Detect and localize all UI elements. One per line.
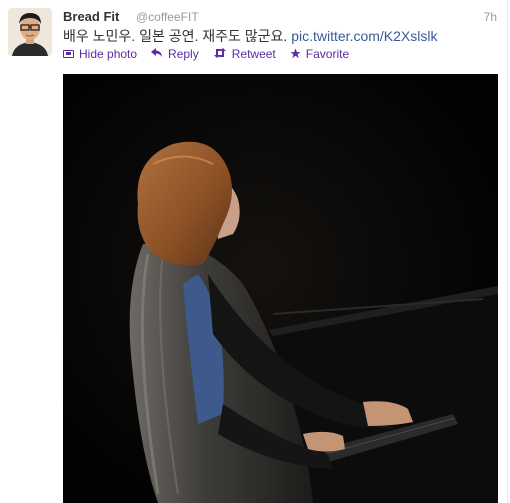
star-icon [290,47,301,61]
favorite-label: Favorite [305,47,350,61]
author-username[interactable]: @coffeeFIT [136,10,199,24]
favorite-button[interactable]: Favorite [290,47,349,61]
retweet-button[interactable]: Retweet [213,47,276,61]
reply-arrow-icon [151,48,163,60]
tweet-text: 배우 노민우. 일본 공연. 재주도 많군요. pic.twitter.com/… [63,26,497,46]
photo-icon [63,50,74,58]
hide-photo-label: Hide photo [79,47,138,61]
author-fullname[interactable]: Bread Fit [63,9,119,24]
hide-photo-button[interactable]: Hide photo [63,47,137,61]
tweet-text-body: 배우 노민우. 일본 공연. 재주도 많군요. [63,28,288,44]
retweet-icon [213,48,227,60]
tweet-photo-link[interactable]: pic.twitter.com/K2Xslslk [291,28,437,44]
tweet: Bread Fit @coffeeFIT 7h 배우 노민우. 일본 공연. 재… [0,0,508,503]
reply-button[interactable]: Reply [151,47,199,61]
tweet-photo[interactable] [63,74,498,503]
reply-label: Reply [168,47,199,61]
avatar-image [8,8,52,56]
concert-photo-image [63,74,498,503]
retweet-label: Retweet [231,47,276,61]
tweet-header: Bread Fit @coffeeFIT 7h [63,8,497,26]
avatar[interactable] [8,8,52,56]
tweet-timestamp[interactable]: 7h [484,10,497,24]
tweet-actions: Hide photo Reply Retweet Favorite [63,46,363,62]
